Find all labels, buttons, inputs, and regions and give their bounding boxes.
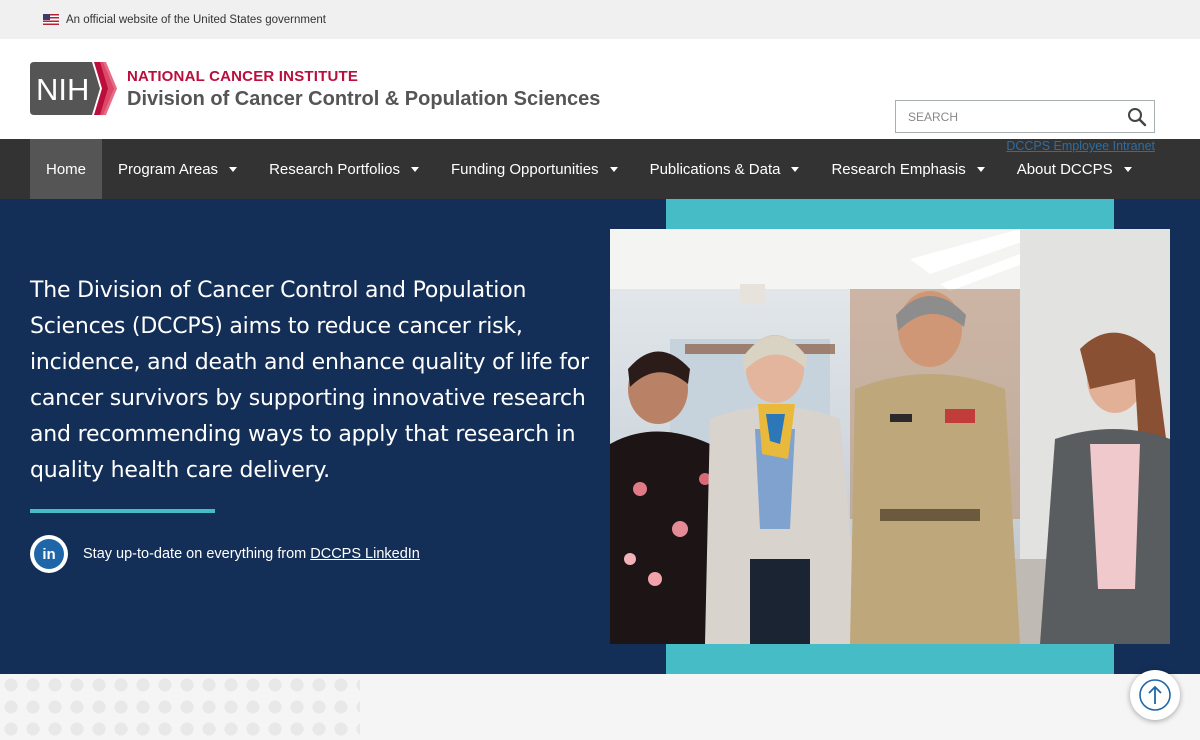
site-header: NIH NATIONAL CANCER INSTITUTE Division o… xyxy=(0,39,1200,153)
gov-banner-text: An official website of the United States… xyxy=(66,13,326,26)
mission-statement: The Division of Cancer Control and Popul… xyxy=(30,278,589,483)
linkedin-icon-text: in xyxy=(34,539,64,569)
search-box xyxy=(895,100,1155,133)
linkedin-callout: in Stay up-to-date on everything from DC… xyxy=(30,535,420,573)
caret-down-icon xyxy=(229,166,238,172)
nav-item-label: Publications & Data xyxy=(649,160,781,178)
nav-item-home[interactable]: Home xyxy=(30,139,103,199)
linkedin-prefix: Stay up-to-date on everything from xyxy=(83,546,307,562)
nav-item-label: Program Areas xyxy=(118,160,219,178)
employee-intranet-link[interactable]: DCCPS Employee Intranet xyxy=(1006,139,1155,153)
nav-item-research-emphasis[interactable]: Research Emphasis xyxy=(815,139,1000,199)
below-hero-strip xyxy=(0,674,1200,740)
caret-down-icon xyxy=(791,166,800,172)
nav-item-publications-data[interactable]: Publications & Data xyxy=(634,139,816,199)
us-flag-icon xyxy=(43,14,59,25)
search-icon xyxy=(1128,107,1147,126)
hero-photo xyxy=(610,229,1170,644)
nav-item-label: Research Emphasis xyxy=(831,160,966,178)
nav-item-funding-opportunities[interactable]: Funding Opportunities xyxy=(435,139,634,199)
nav-item-program-areas[interactable]: Program Areas xyxy=(102,139,253,199)
nav-item-label: Funding Opportunities xyxy=(450,160,599,178)
gov-banner: An official website of the United States… xyxy=(0,0,1200,39)
search-input[interactable] xyxy=(896,101,1120,132)
caret-down-icon xyxy=(1123,166,1132,172)
nih-logo-icon: NIH xyxy=(30,62,117,115)
nav-item-label: Home xyxy=(46,160,87,178)
caret-down-icon xyxy=(410,166,419,172)
institute-name: NATIONAL CANCER INSTITUTE xyxy=(127,67,359,85)
nav-item-research-portfolios[interactable]: Research Portfolios xyxy=(253,139,435,199)
linkedin-icon[interactable]: in xyxy=(30,535,68,573)
nih-logo-text: NIH xyxy=(36,72,89,107)
nav-item-label: About DCCPS xyxy=(1016,160,1113,178)
dot-pattern xyxy=(0,674,360,740)
division-name: Division of Cancer Control & Population … xyxy=(127,87,601,110)
linkedin-link[interactable]: DCCPS LinkedIn xyxy=(310,546,420,562)
search-button[interactable] xyxy=(1120,101,1154,132)
nav-item-label: Research Portfolios xyxy=(269,160,400,178)
arrow-up-icon xyxy=(1139,679,1171,711)
hero-divider xyxy=(30,509,215,513)
caret-down-icon xyxy=(609,166,618,172)
hero-section: The Division of Cancer Control and Popul… xyxy=(0,199,1200,674)
caret-down-icon xyxy=(976,166,985,172)
back-to-top-button[interactable] xyxy=(1130,670,1180,720)
site-logo[interactable]: NIH NATIONAL CANCER INSTITUTE Division o… xyxy=(30,62,600,115)
